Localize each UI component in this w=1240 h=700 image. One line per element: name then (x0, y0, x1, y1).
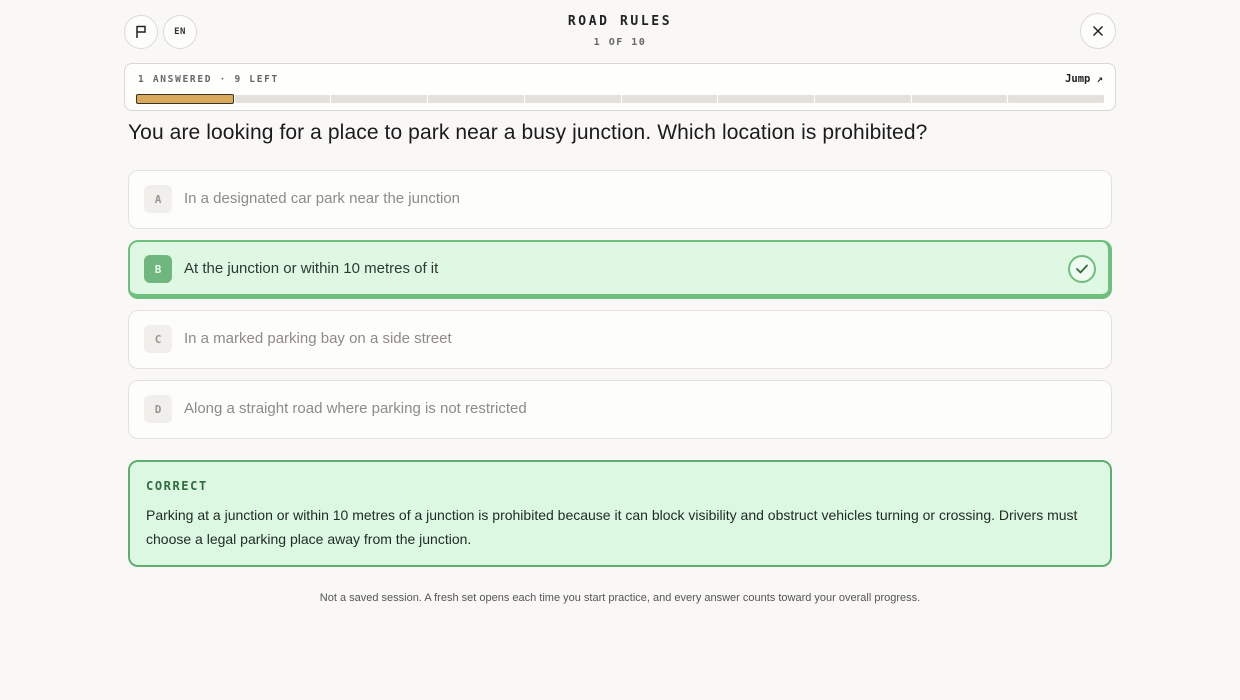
check-icon (1068, 255, 1096, 283)
progress-segments (136, 94, 1105, 104)
feedback-panel: CORRECT Parking at a junction or within … (128, 460, 1112, 567)
option-text: Along a straight road where parking is n… (184, 400, 527, 417)
option-b[interactable]: B At the junction or within 10 metres of… (128, 240, 1112, 299)
option-letter: B (144, 255, 172, 283)
progress-segment[interactable] (814, 95, 911, 103)
option-text: At the junction or within 10 metres of i… (184, 260, 439, 277)
feedback-text: Parking at a junction or within 10 metre… (146, 507, 1078, 547)
progress-segment[interactable] (1008, 95, 1105, 103)
option-letter: C (144, 325, 172, 353)
progress-segment[interactable] (428, 95, 524, 103)
progress-segment[interactable] (524, 95, 621, 103)
progress-segment[interactable] (911, 95, 1008, 103)
option-c[interactable]: C In a marked parking bay on a side stre… (128, 310, 1112, 369)
question-text: You are looking for a place to park near… (128, 121, 928, 144)
header-title-block: ROAD RULES 1 OF 10 (0, 14, 1240, 48)
jump-link[interactable]: Jump ↗ (1065, 73, 1103, 85)
close-button[interactable] (1080, 13, 1116, 49)
footnote: Not a saved session. A fresh set opens e… (319, 592, 921, 604)
page-title: ROAD RULES (567, 14, 673, 29)
option-letter: D (144, 395, 172, 423)
progress-card: 1 ANSWERED · 9 LEFT Jump ↗ (124, 63, 1116, 111)
progress-segment[interactable] (136, 94, 234, 104)
option-text: In a designated car park near the juncti… (184, 190, 461, 207)
progress-segment[interactable] (331, 95, 428, 103)
option-a[interactable]: A In a designated car park near the junc… (128, 170, 1112, 229)
feedback-title: CORRECT (146, 479, 208, 493)
progress-segment[interactable] (718, 95, 814, 103)
progress-status: 1 ANSWERED · 9 LEFT (138, 74, 279, 85)
quiz-page: EN ROAD RULES 1 OF 10 1 ANSWERED · 9 LEF… (0, 0, 1240, 700)
progress-segment[interactable] (621, 95, 718, 103)
question-counter: 1 OF 10 (593, 37, 647, 48)
option-d[interactable]: D Along a straight road where parking is… (128, 380, 1112, 439)
option-text: In a marked parking bay on a side street (184, 330, 452, 347)
option-letter: A (144, 185, 172, 213)
progress-segment[interactable] (234, 95, 331, 103)
close-icon (1092, 25, 1104, 37)
